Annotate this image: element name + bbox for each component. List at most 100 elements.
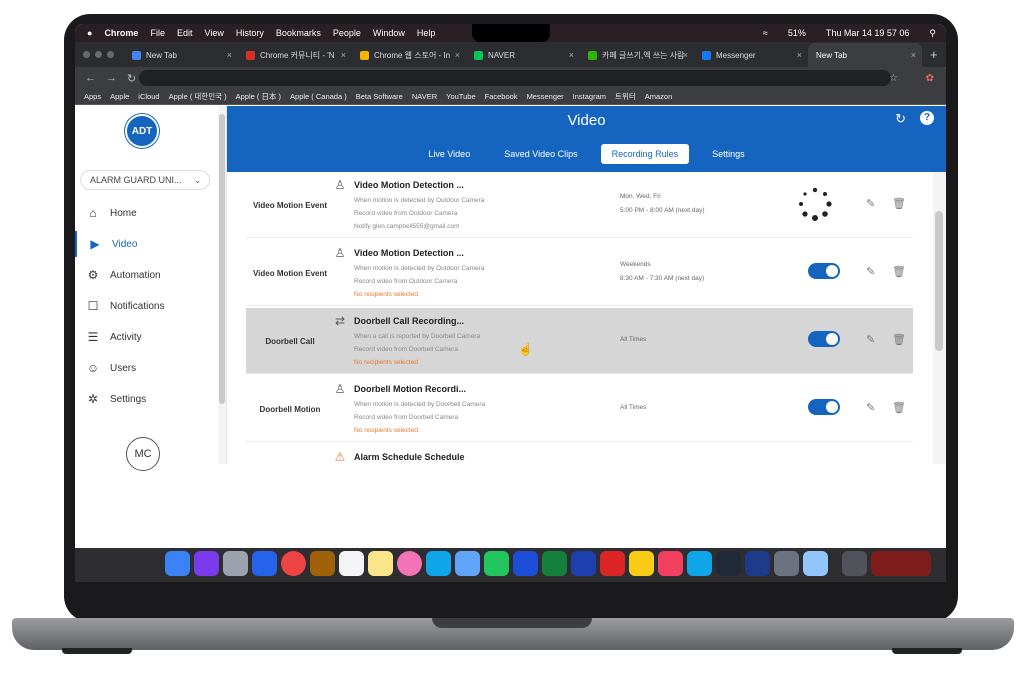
rules-scroll-thumb[interactable] <box>935 211 943 351</box>
tab-recording-rules[interactable]: Recording Rules <box>600 144 690 164</box>
xcode-icon[interactable] <box>745 551 770 576</box>
menu-window[interactable]: Window <box>373 28 405 38</box>
sidebar-item-video[interactable]: ▶ Video <box>75 231 218 257</box>
close-tab-icon[interactable]: × <box>227 50 232 60</box>
bookmark-instagram[interactable]: Instagram <box>573 92 606 101</box>
tab-saved-video-clips[interactable]: Saved Video Clips <box>493 144 588 164</box>
browser-tab[interactable]: 카페 글쓰기,엑 쓰는 사람 × <box>580 43 694 67</box>
tab-live-video[interactable]: Live Video <box>417 144 481 164</box>
wifi-icon[interactable]: ≈ <box>763 28 768 38</box>
tab-settings[interactable]: Settings <box>701 144 756 164</box>
bookmark-apple-jp[interactable]: Apple ( 日本 ) <box>236 91 281 102</box>
siri-icon[interactable] <box>194 551 219 576</box>
bookmark-youtube[interactable]: YouTube <box>446 92 475 101</box>
trash-icon[interactable]: 🗑 <box>892 265 906 278</box>
photos-icon[interactable] <box>397 551 422 576</box>
keynote-icon[interactable] <box>513 551 538 576</box>
numbers-icon[interactable] <box>484 551 509 576</box>
kakaotalk-icon[interactable] <box>629 551 654 576</box>
music-icon[interactable] <box>658 551 683 576</box>
screen-sharing-icon[interactable] <box>803 551 828 576</box>
bookmark-naver[interactable]: NAVER <box>412 92 437 101</box>
trash-icon[interactable]: 🗑 <box>892 333 906 346</box>
zoom-window-button[interactable] <box>107 51 114 58</box>
powerpoint-icon[interactable] <box>600 551 625 576</box>
browser-tab[interactable]: Messenger × <box>694 43 808 67</box>
rule-row[interactable]: Doorbell Motion ♙ Doorbell Motion Recordi… <box>246 376 913 442</box>
bookmark-apps[interactable]: Apps <box>84 92 101 101</box>
close-tab-icon[interactable]: × <box>683 50 688 60</box>
rule-row[interactable]: Video Motion Event ♙ Video Motion Detecti… <box>246 240 913 306</box>
edit-icon[interactable]: ✎ <box>866 265 875 278</box>
apple-icon[interactable]: ● <box>87 28 92 38</box>
trash-icon[interactable]: 🗑 <box>892 197 906 210</box>
browser-tab-active[interactable]: New Tab × <box>808 43 922 67</box>
messages-icon[interactable] <box>426 551 451 576</box>
finder-icon[interactable] <box>165 551 190 576</box>
rule-enabled-toggle[interactable] <box>808 399 840 415</box>
account-selector[interactable]: ALARM GUARD UNI... ⌄ <box>80 170 210 190</box>
sidebar-item-notifications[interactable]: ☐ Notifications <box>75 293 218 319</box>
sidebar-item-settings[interactable]: ✲ Settings <box>75 386 218 412</box>
excel-icon[interactable] <box>542 551 567 576</box>
reload-icon[interactable]: ↻ <box>127 72 136 85</box>
bookmark-facebook[interactable]: Facebook <box>485 92 518 101</box>
close-tab-icon[interactable]: × <box>455 50 460 60</box>
bookmark-apple-ca[interactable]: Apple ( Canada ) <box>290 92 347 101</box>
word-icon[interactable] <box>571 551 596 576</box>
address-bar[interactable] <box>139 70 891 86</box>
bookmark-apple-kr[interactable]: Apple ( 대한민국 ) <box>169 91 227 102</box>
forward-icon[interactable]: → <box>106 72 117 84</box>
bookmark-star-icon[interactable]: ☆ <box>889 73 898 84</box>
menu-history[interactable]: History <box>236 28 264 38</box>
chrome-icon[interactable] <box>281 551 306 576</box>
close-tab-icon[interactable]: × <box>797 50 802 60</box>
system-preferences-icon[interactable] <box>774 551 799 576</box>
menu-help[interactable]: Help <box>417 28 436 38</box>
close-tab-icon[interactable]: × <box>341 50 346 60</box>
menu-view[interactable]: View <box>204 28 223 38</box>
browser-tab[interactable]: Chrome 커뮤니티 - 'N × <box>238 43 352 67</box>
edit-icon[interactable]: ✎ <box>866 197 875 210</box>
trash-icon[interactable]: 🗑 <box>892 401 906 414</box>
new-tab-button[interactable]: + <box>930 47 938 62</box>
bookmark-messenger[interactable]: Messenger <box>527 92 564 101</box>
help-icon[interactable]: ? <box>920 111 934 125</box>
rule-enabled-toggle[interactable] <box>808 331 840 347</box>
minimize-window-button[interactable] <box>95 51 102 58</box>
bookmark-beta[interactable]: Beta Software <box>356 92 403 101</box>
clock-text[interactable]: Thu Mar 14 19 57 06 <box>826 28 910 38</box>
app-menu[interactable]: Chrome <box>104 28 138 38</box>
sidebar-item-home[interactable]: ⌂ Home <box>75 200 218 226</box>
rule-row[interactable]: ⚠ Alarm Schedule Schedule <box>246 444 913 464</box>
safari-icon[interactable] <box>252 551 277 576</box>
close-window-button[interactable] <box>83 51 90 58</box>
edit-icon[interactable]: ✎ <box>866 333 875 346</box>
browser-tab[interactable]: New Tab × <box>124 43 238 67</box>
bookmark-twitter[interactable]: 트위터 <box>615 91 636 102</box>
calendar-icon[interactable] <box>339 551 364 576</box>
notes-icon[interactable] <box>368 551 393 576</box>
bookmark-apple[interactable]: Apple <box>110 92 129 101</box>
close-tab-icon[interactable]: × <box>569 50 574 60</box>
menu-file[interactable]: File <box>150 28 165 38</box>
rule-enabled-toggle[interactable] <box>808 263 840 279</box>
app-store-icon[interactable] <box>687 551 712 576</box>
battery-text[interactable]: 51% <box>788 28 806 38</box>
menu-bookmarks[interactable]: Bookmarks <box>276 28 321 38</box>
edit-icon[interactable]: ✎ <box>866 401 875 414</box>
rule-row[interactable]: Video Motion Event ♙ Video Motion Detecti… <box>246 172 913 238</box>
sidebar-item-activity[interactable]: ☰ Activity <box>75 324 218 350</box>
trash-bin-icon[interactable] <box>842 551 867 576</box>
avatar[interactable]: MC <box>126 437 160 471</box>
sidebar-scroll-thumb[interactable] <box>219 114 225 404</box>
bookmark-icloud[interactable]: iCloud <box>138 92 159 101</box>
browser-tab[interactable]: Chrome 웹 스토어 - In × <box>352 43 466 67</box>
sidebar-item-users[interactable]: ☺ Users <box>75 355 218 381</box>
browser-tab[interactable]: NAVER × <box>466 43 580 67</box>
steam-icon[interactable] <box>716 551 741 576</box>
preview-icon[interactable] <box>455 551 480 576</box>
close-tab-icon[interactable]: × <box>911 50 916 60</box>
extension-icon[interactable]: ✿ <box>926 73 934 84</box>
sidebar-item-automation[interactable]: ⚙ Automation <box>75 262 218 288</box>
